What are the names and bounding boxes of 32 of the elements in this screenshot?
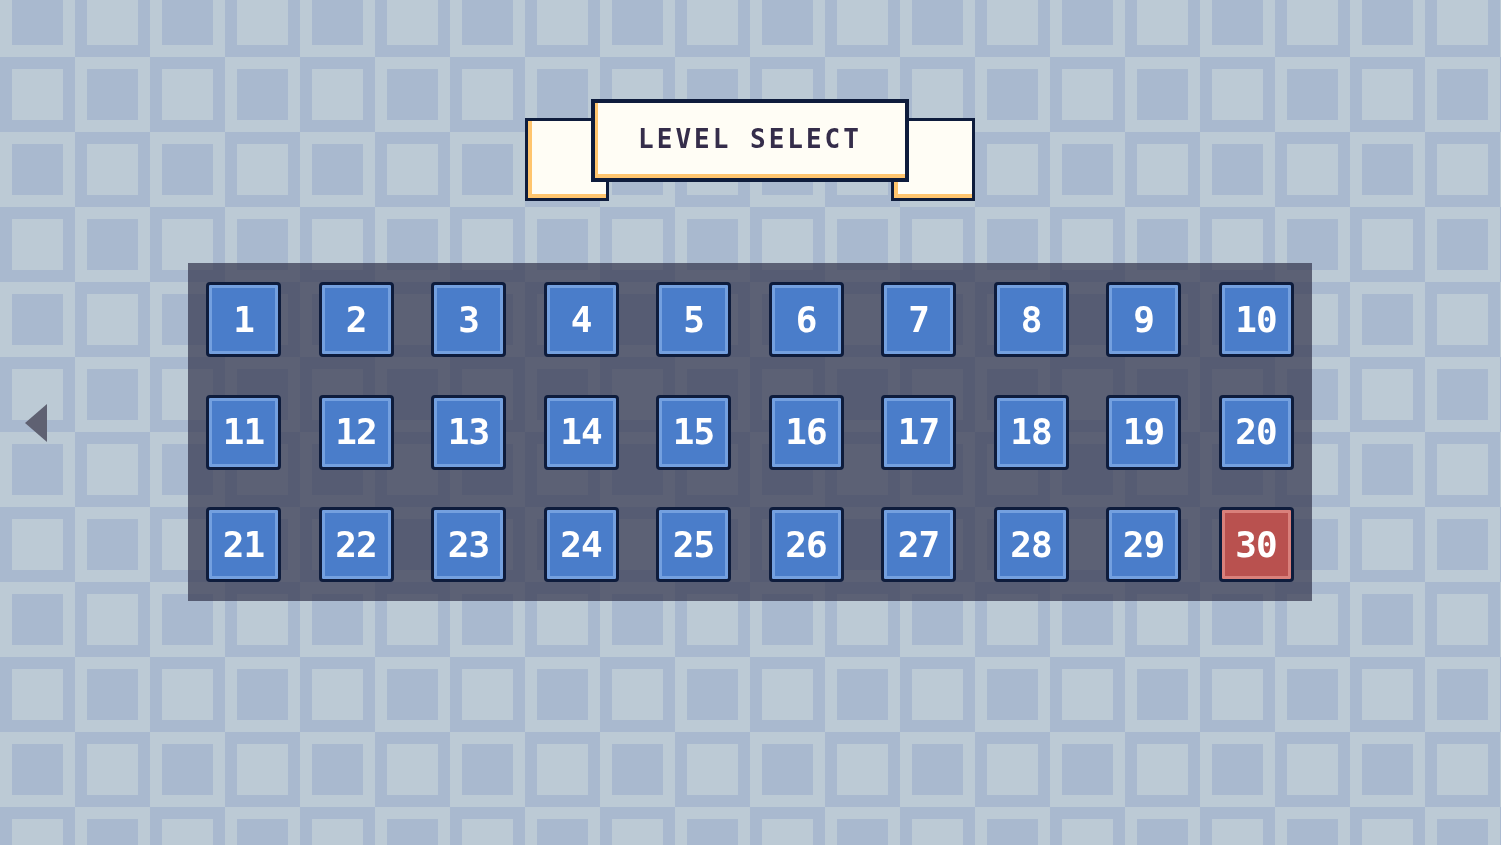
level-button[interactable]: 5 — [656, 282, 731, 357]
level-button[interactable]: 23 — [431, 507, 506, 582]
level-button[interactable]: 18 — [993, 394, 1069, 470]
level-button[interactable]: 27 — [881, 507, 956, 582]
level-button[interactable]: 25 — [656, 507, 731, 582]
level-button[interactable]: 15 — [656, 394, 731, 470]
level-button[interactable]: 13 — [431, 394, 506, 470]
level-button[interactable]: 22 — [318, 507, 394, 582]
level-button[interactable]: 20 — [1218, 394, 1294, 470]
level-button[interactable]: 11 — [206, 394, 281, 470]
level-button[interactable]: 4 — [543, 282, 619, 357]
left-arrow-icon[interactable] — [25, 404, 47, 442]
level-button[interactable]: 29 — [1106, 507, 1181, 582]
title-banner: LEVEL SELECT — [591, 99, 909, 182]
level-button[interactable]: 7 — [881, 282, 956, 357]
level-button[interactable]: 17 — [881, 394, 956, 470]
level-button[interactable]: 6 — [768, 282, 844, 357]
level-button[interactable]: 3 — [431, 282, 506, 357]
level-button[interactable]: 10 — [1218, 282, 1294, 357]
level-button[interactable]: 26 — [768, 507, 844, 582]
level-button[interactable]: 1 — [206, 282, 281, 357]
level-button[interactable]: 28 — [993, 507, 1069, 582]
level-button[interactable]: 21 — [206, 507, 281, 582]
level-button[interactable]: 30 — [1218, 507, 1294, 582]
level-button[interactable]: 16 — [768, 394, 844, 470]
level-button[interactable]: 2 — [318, 282, 394, 357]
level-button[interactable]: 19 — [1106, 394, 1181, 470]
level-button[interactable]: 8 — [993, 282, 1069, 357]
level-button[interactable]: 24 — [543, 507, 619, 582]
level-button[interactable]: 14 — [543, 394, 619, 470]
level-button[interactable]: 12 — [318, 394, 394, 470]
level-button[interactable]: 9 — [1106, 282, 1181, 357]
